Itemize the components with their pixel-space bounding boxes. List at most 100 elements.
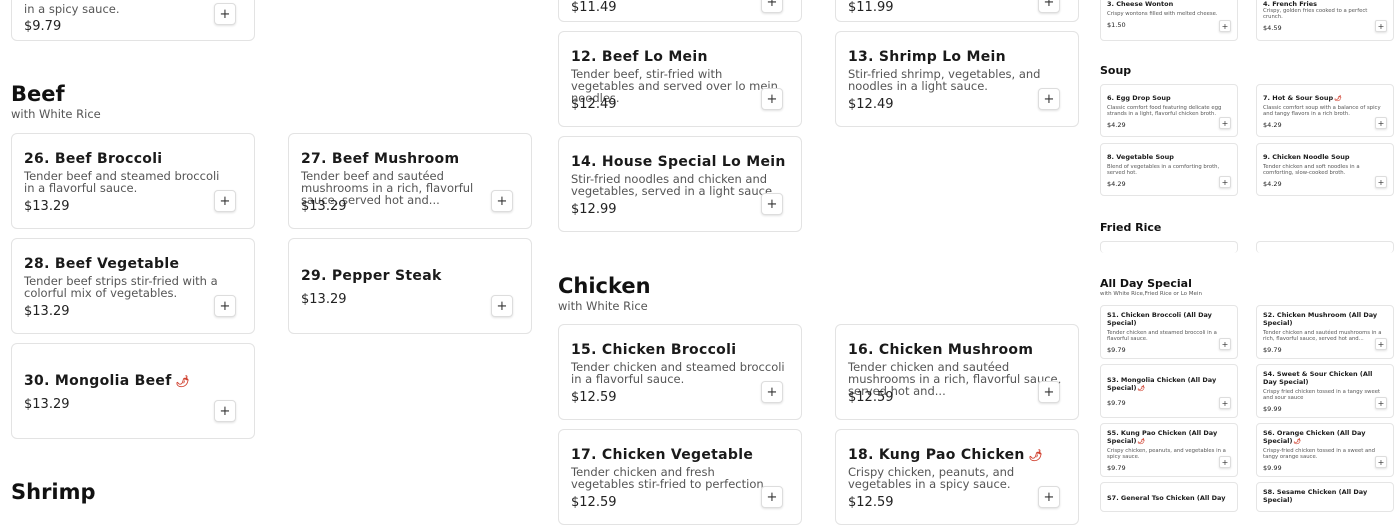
item-price: $13.29 <box>301 292 347 307</box>
item-price: $9.79 <box>1107 399 1126 407</box>
add-to-cart-button[interactable]: + <box>1375 397 1387 409</box>
item-price: $12.49 <box>848 97 894 112</box>
menu-item-card[interactable]: 27. Beef Mushroom Tender beef and sautée… <box>288 133 532 229</box>
item-price: $4.29 <box>1263 121 1282 129</box>
item-description: Stir-fried shrimp, vegetables, and noodl… <box>848 67 1041 93</box>
item-description: Tender chicken and steamed broccoli in a… <box>571 360 785 386</box>
sidebar-item-card[interactable]: 9. Chicken Noodle Soup Tender chicken an… <box>1256 143 1394 196</box>
add-to-cart-button[interactable]: + <box>491 190 513 212</box>
item-name: 29. Pepper Steak <box>301 268 442 284</box>
menu-item-card[interactable]: 28. Beef Vegetable Tender beef strips st… <box>11 238 255 334</box>
item-description: Blend of vegetables in a comforting brot… <box>1107 164 1220 177</box>
menu-item-card[interactable]: 26. Beef Broccoli Tender beef and steame… <box>11 133 255 229</box>
add-to-cart-button[interactable]: + <box>1038 486 1060 508</box>
add-to-cart-button[interactable]: + <box>761 0 783 13</box>
sidebar-item-card[interactable]: 3. Cheese Wonton Crispy wontons filled w… <box>1100 0 1238 41</box>
menu-item-card[interactable]: 18. Kung Pao Chicken 🌶 Crispy chicken, pe… <box>835 429 1079 525</box>
item-description: Crispy, golden fries cooked to a perfect… <box>1263 8 1368 21</box>
add-to-cart-button[interactable]: + <box>214 3 236 25</box>
spicy-icon: 🌶 <box>1293 437 1302 445</box>
item-name: 12. Beef Lo Mein <box>571 49 708 65</box>
item-description: Tender chicken and fresh vegetables stir… <box>571 465 768 491</box>
sidebar-section-fried-rice: Fried Rice <box>1100 221 1162 234</box>
item-name: 7. Hot & Sour Soup🌶 <box>1263 94 1387 103</box>
item-price: $4.29 <box>1263 180 1282 188</box>
add-to-cart-button[interactable]: + <box>491 295 513 317</box>
add-to-cart-button[interactable]: + <box>761 486 783 508</box>
add-to-cart-button[interactable]: + <box>761 193 783 215</box>
menu-item-card[interactable]: 13. Shrimp Lo Mein Stir-fried shrimp, ve… <box>835 31 1079 127</box>
add-to-cart-button[interactable]: + <box>214 295 236 317</box>
sidebar-item-card[interactable] <box>1256 241 1394 253</box>
sidebar-item-card[interactable]: 6. Egg Drop Soup Classic comfort food fe… <box>1100 84 1238 137</box>
add-to-cart-button[interactable]: + <box>214 400 236 422</box>
add-to-cart-button[interactable]: + <box>1219 338 1231 350</box>
sidebar-section-soup: Soup <box>1100 64 1132 77</box>
section-title-shrimp: Shrimp <box>11 480 96 504</box>
menu-item-card[interactable]: 29. Pepper Steak $13.29 + <box>288 238 532 334</box>
item-description: Crispy chicken, peanuts, and vegetables … <box>1107 448 1226 461</box>
add-to-cart-button[interactable]: + <box>1219 456 1231 468</box>
add-to-cart-button[interactable]: + <box>1038 0 1060 13</box>
sidebar-item-card[interactable]: S7. General Tso Chicken (All Day <box>1100 482 1238 512</box>
sidebar-item-card[interactable]: 7. Hot & Sour Soup🌶 Classic comfort soup… <box>1256 84 1394 137</box>
item-price: $13.29 <box>24 304 70 319</box>
item-description: Tender chicken and soft noodles in a com… <box>1263 164 1360 177</box>
add-to-cart-button[interactable]: + <box>1038 381 1060 403</box>
add-to-cart-button[interactable]: + <box>1375 117 1387 129</box>
item-name-text: S6. Orange Chicken (All Day Special) <box>1263 429 1366 445</box>
sidebar-item-card[interactable]: S1. Chicken Broccoli (All Day Special) T… <box>1100 305 1238 359</box>
menu-item-card[interactable]: 30. Mongolia Beef 🌶 $13.29 + <box>11 343 255 439</box>
sidebar-item-card[interactable]: S4. Sweet & Sour Chicken (All Day Specia… <box>1256 364 1394 418</box>
sidebar-item-card[interactable]: S8. Sesame Chicken (All Day Special) <box>1256 482 1394 512</box>
add-to-cart-button[interactable]: + <box>1375 456 1387 468</box>
sidebar-item-card[interactable]: 4. French Fries Crispy, golden fries coo… <box>1256 0 1394 41</box>
sidebar-item-card[interactable] <box>1100 241 1238 253</box>
spicy-icon: 🌶 <box>1137 437 1146 445</box>
add-to-cart-button[interactable]: + <box>1219 117 1231 129</box>
sidebar-item-card[interactable]: S2. Chicken Mushroom (All Day Special) T… <box>1256 305 1394 359</box>
spicy-icon: 🌶 <box>175 375 190 388</box>
sidebar-item-card[interactable]: S5. Kung Pao Chicken (All Day Special)🌶 … <box>1100 423 1238 477</box>
item-price: $9.79 <box>1107 464 1126 472</box>
sidebar-item-card[interactable]: S6. Orange Chicken (All Day Special)🌶 Cr… <box>1256 423 1394 477</box>
sidebar-item-card[interactable]: S3. Mongolia Chicken (All Day Special)🌶 … <box>1100 364 1238 418</box>
section-subtitle-beef: with White Rice <box>11 107 101 121</box>
item-name-text: 18. Kung Pao Chicken <box>848 447 1025 463</box>
spicy-icon: 🌶 <box>1028 449 1043 462</box>
item-name: 16. Chicken Mushroom <box>848 342 1034 358</box>
item-name: S5. Kung Pao Chicken (All Day Special)🌶 <box>1107 429 1231 445</box>
item-price: $9.79 <box>1263 346 1282 354</box>
menu-item-card[interactable]: $11.99 + <box>835 0 1079 22</box>
menu-item-card[interactable]: 17. Chicken Vegetable Tender chicken and… <box>558 429 802 525</box>
item-price: $4.59 <box>1263 24 1282 32</box>
add-to-cart-button[interactable]: + <box>1375 20 1387 32</box>
item-name: 6. Egg Drop Soup <box>1107 94 1171 102</box>
menu-item-card[interactable]: 12. Beef Lo Mein Tender beef, stir-fried… <box>558 31 802 127</box>
item-price: $12.59 <box>848 495 894 510</box>
item-name-text: S5. Kung Pao Chicken (All Day Special) <box>1107 429 1218 445</box>
spicy-icon: 🌶 <box>1137 384 1146 392</box>
add-to-cart-button[interactable]: + <box>1375 338 1387 350</box>
menu-item-card[interactable]: in a spicy sauce. $9.79 + <box>11 0 255 41</box>
add-to-cart-button[interactable]: + <box>1219 176 1231 188</box>
add-to-cart-button[interactable]: + <box>1038 88 1060 110</box>
item-description: Tender chicken and sautéed mushrooms in … <box>1263 330 1382 343</box>
item-name: 13. Shrimp Lo Mein <box>848 49 1006 65</box>
menu-item-card[interactable]: 15. Chicken Broccoli Tender chicken and … <box>558 324 802 420</box>
item-price: $12.99 <box>571 202 617 217</box>
add-to-cart-button[interactable]: + <box>1375 176 1387 188</box>
menu-item-card[interactable]: 16. Chicken Mushroom Tender chicken and … <box>835 324 1079 420</box>
sidebar-item-card[interactable]: 8. Vegetable Soup Blend of vegetables in… <box>1100 143 1238 196</box>
add-to-cart-button[interactable]: + <box>761 381 783 403</box>
menu-item-card[interactable]: 14. House Special Lo Mein Stir-fried noo… <box>558 136 802 232</box>
add-to-cart-button[interactable]: + <box>1219 20 1231 32</box>
menu-item-card[interactable]: $11.49 + <box>558 0 802 22</box>
item-price: $9.79 <box>24 19 62 34</box>
item-name: S1. Chicken Broccoli (All Day Special) <box>1107 311 1212 327</box>
add-to-cart-button[interactable]: + <box>214 190 236 212</box>
section-subtitle-chicken: with White Rice <box>558 299 648 313</box>
add-to-cart-button[interactable]: + <box>1219 397 1231 409</box>
item-price: $13.29 <box>24 199 70 214</box>
add-to-cart-button[interactable]: + <box>761 88 783 110</box>
